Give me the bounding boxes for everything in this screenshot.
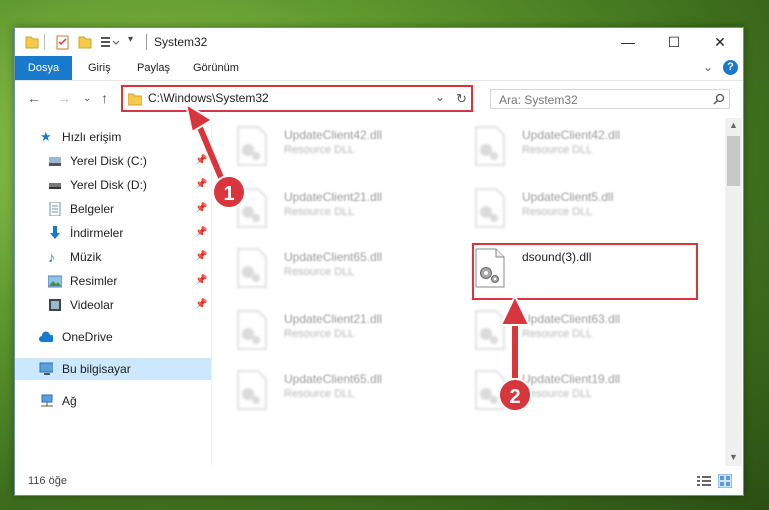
annotation-arrows bbox=[184, 101, 531, 378]
annotation-badge-2: 2 bbox=[498, 378, 532, 412]
annotation-arrow-2-head bbox=[499, 293, 531, 326]
annotation-badge-1: 1 bbox=[212, 175, 246, 209]
annotation-arrow-1-head bbox=[184, 101, 214, 134]
